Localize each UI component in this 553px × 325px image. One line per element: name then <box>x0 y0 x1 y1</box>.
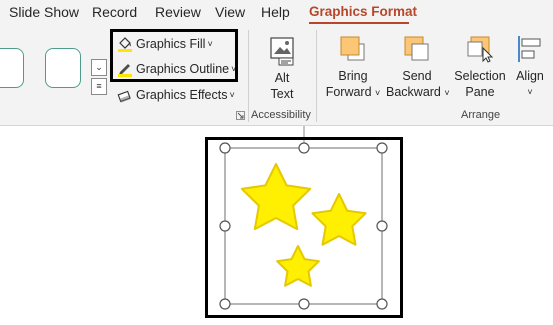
canvas-highlight-box <box>205 137 403 318</box>
powerpoint-window: Slide Show Record Review View Help Graph… <box>0 0 553 325</box>
